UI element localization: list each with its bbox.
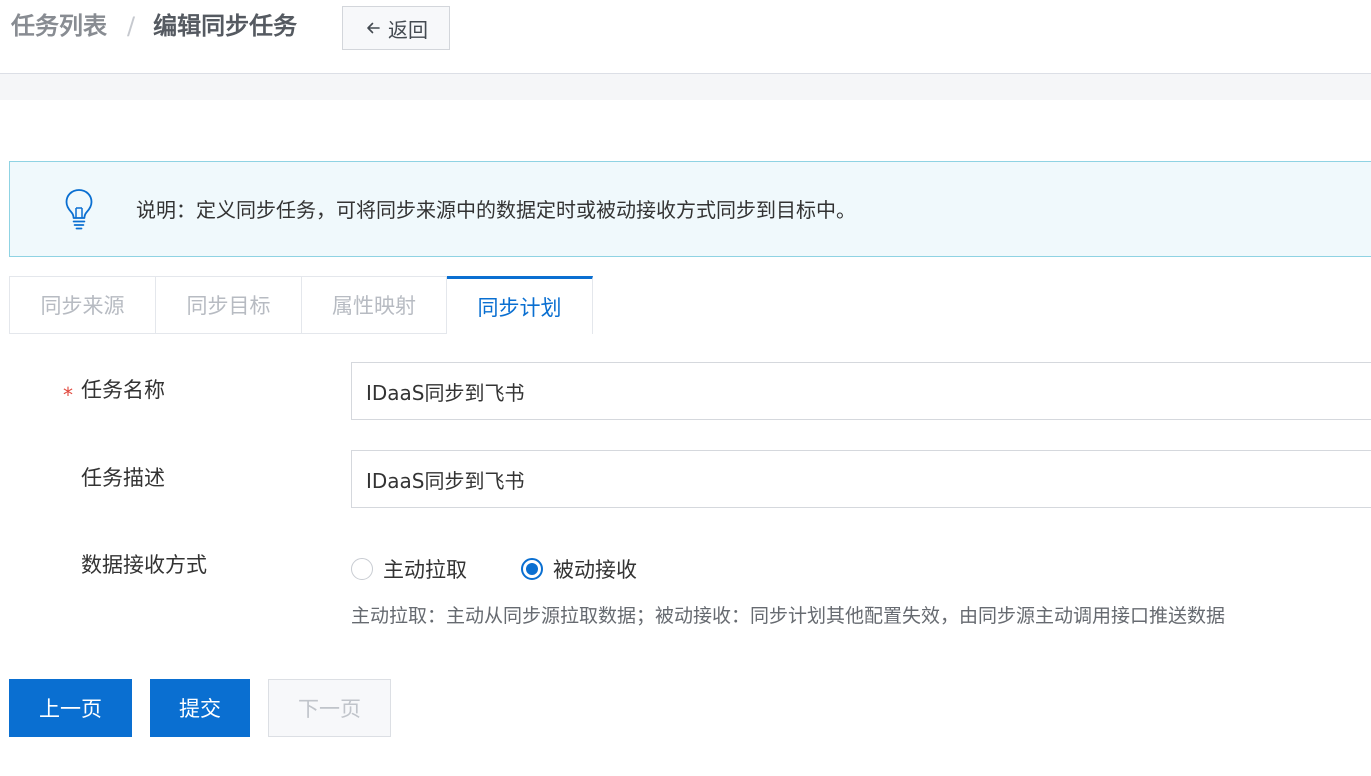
tab-attribute-mapping[interactable]: 属性映射: [301, 276, 447, 334]
notice-text: 说明：定义同步任务，可将同步来源中的数据定时或被动接收方式同步到目标中。: [136, 198, 856, 222]
breadcrumb: 任务列表 / 编辑同步任务: [11, 10, 297, 42]
receive-mode-radio-group: 主动拉取 被动接收: [351, 554, 691, 584]
edit-sync-task-page: 任务列表 / 编辑同步任务 返回 说明：定义同步任务，可将同步来源中的数据定时或…: [0, 0, 1371, 776]
notice-banner: 说明：定义同步任务，可将同步来源中的数据定时或被动接收方式同步到目标中。: [9, 161, 1371, 257]
tab-label: 同步计划: [477, 295, 562, 320]
radio-active-pull[interactable]: 主动拉取: [351, 554, 467, 584]
tab-sync-target[interactable]: 同步目标: [155, 276, 301, 334]
radio-active-pull-label: 主动拉取: [383, 558, 467, 582]
back-button[interactable]: 返回: [342, 6, 450, 50]
radio-passive-receive-circle[interactable]: [521, 558, 543, 580]
receive-mode-label: 数据接收方式: [81, 553, 207, 577]
task-name-label: 任务名称: [81, 378, 165, 402]
breadcrumb-separator: /: [127, 12, 136, 40]
page-header: 任务列表 / 编辑同步任务 返回: [0, 0, 1371, 74]
radio-active-pull-circle[interactable]: [351, 558, 373, 580]
task-desc-input[interactable]: [351, 450, 1371, 508]
next-page-button[interactable]: 下一页: [268, 679, 391, 737]
required-mark: *: [63, 383, 73, 407]
tab-label: 属性映射: [332, 294, 416, 318]
radio-passive-receive-label: 被动接收: [553, 558, 637, 582]
header-divider-band: [0, 74, 1371, 100]
prev-page-button[interactable]: 上一页: [9, 679, 132, 737]
submit-button[interactable]: 提交: [150, 679, 250, 737]
receive-mode-hint: 主动拉取：主动从同步源拉取数据；被动接收：同步计划其他配置失效，由同步源主动调用…: [351, 605, 1226, 627]
tab-label: 同步来源: [40, 294, 125, 318]
step-tabs: 同步来源 同步目标 属性映射 同步计划: [9, 276, 593, 334]
tab-label: 同步目标: [186, 294, 271, 318]
radio-passive-receive[interactable]: 被动接收: [521, 554, 637, 584]
breadcrumb-current: 编辑同步任务: [153, 12, 298, 40]
task-desc-label: 任务描述: [81, 466, 165, 490]
task-name-input[interactable]: [351, 362, 1371, 420]
back-button-label: 返回: [388, 17, 428, 42]
arrow-left-icon: [367, 22, 380, 34]
tab-sync-plan[interactable]: 同步计划: [447, 276, 593, 334]
breadcrumb-task-list[interactable]: 任务列表: [11, 10, 107, 42]
lightbulb-icon: [65, 189, 93, 230]
tab-sync-source[interactable]: 同步来源: [9, 276, 155, 334]
